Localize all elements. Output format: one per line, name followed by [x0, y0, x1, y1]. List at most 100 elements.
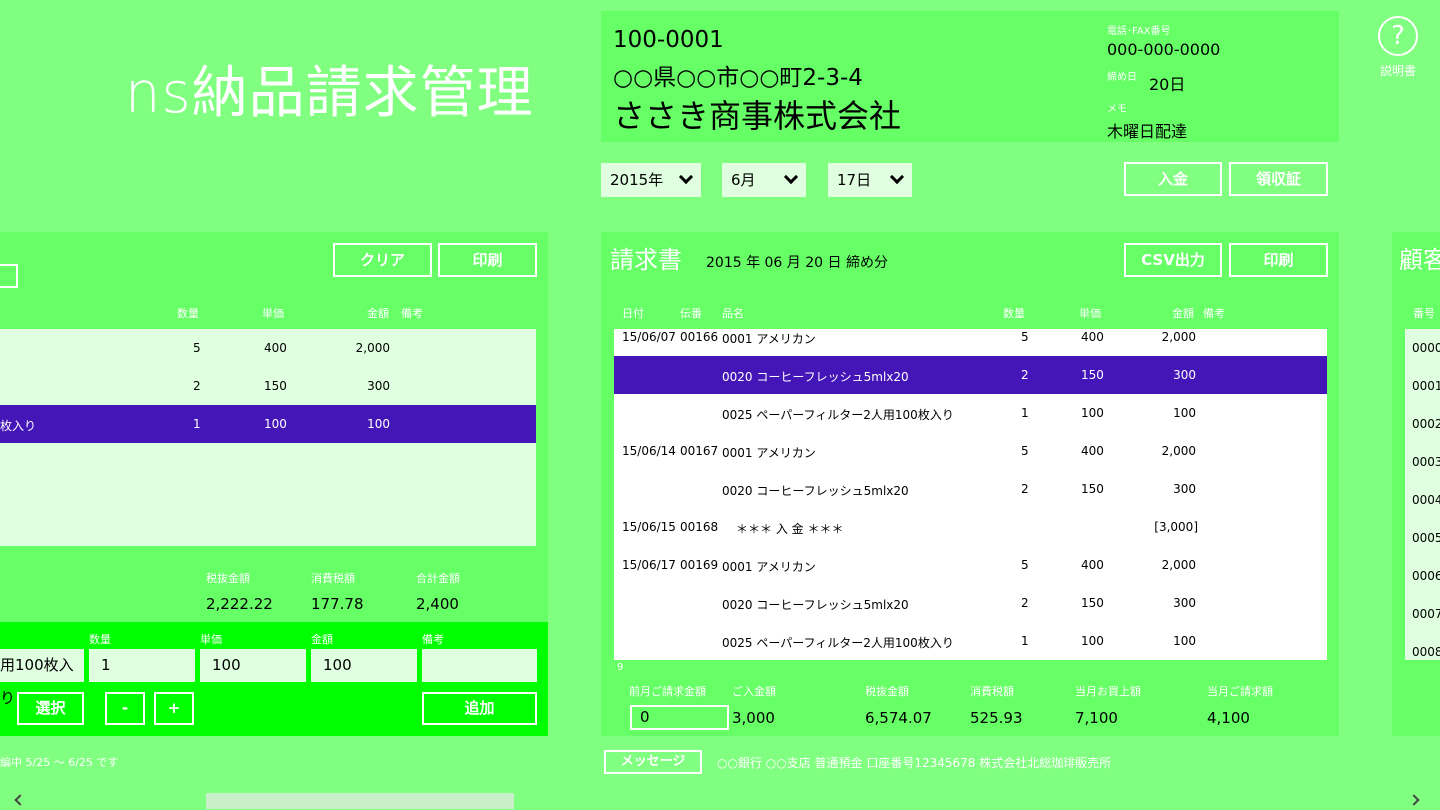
tax-label: 消費税額: [970, 685, 1014, 698]
row-amount: 2,000: [1161, 330, 1196, 344]
row-item: 0020 コーヒーフレッシュ5mlx20: [722, 370, 909, 384]
row-amount: 2,000: [1161, 444, 1196, 458]
row-qty: 1: [1021, 406, 1029, 420]
invoice-list[interactable]: 15/06/07 00166 0001 アメリカン 5 400 2,000 00…: [614, 329, 1327, 660]
table-row[interactable]: 0020 コーヒーフレッシュ5mlx20 2 150 300: [614, 584, 1327, 622]
scrollbar-thumb[interactable]: [206, 793, 514, 809]
list-item[interactable]: 5 400 2,000: [0, 329, 536, 367]
day-select[interactable]: 17日: [828, 163, 912, 197]
list-item[interactable]: 0008: [1405, 633, 1440, 671]
scroll-right-icon[interactable]: [1408, 794, 1420, 806]
customers-list[interactable]: 0000 0001 0002 0003 0004 0005 0006 0007 …: [1405, 329, 1440, 660]
customer-code-box[interactable]: [0, 264, 18, 288]
customer-number: 0004: [1412, 493, 1440, 507]
list-item[interactable]: 0003: [1405, 443, 1440, 481]
list-item[interactable]: 0005: [1405, 519, 1440, 557]
list-item[interactable]: 0004: [1405, 481, 1440, 519]
customer-zip: 100-0001: [613, 27, 724, 53]
list-item[interactable]: 2 150 300: [0, 367, 536, 405]
column-header-amount: 金額: [367, 307, 389, 320]
list-item[interactable]: 0006: [1405, 557, 1440, 595]
scroll-left-icon[interactable]: [14, 794, 26, 806]
decrement-button[interactable]: -: [105, 692, 145, 725]
app-title: ns納品請求管理: [125, 61, 534, 126]
column-header-number: 番号: [1413, 307, 1435, 320]
item-qty: 1: [193, 417, 201, 431]
row-amount: [3,000]: [1154, 520, 1198, 534]
list-item[interactable]: 0002: [1405, 405, 1440, 443]
item-amount: 300: [367, 379, 390, 393]
customer-number: 0001: [1412, 379, 1440, 393]
message-button[interactable]: メッセージ: [604, 750, 702, 774]
help-icon: ?: [1378, 16, 1418, 56]
table-row[interactable]: 0025 ペーパーフィルター2人用100枚入り 1 100 100: [614, 394, 1327, 432]
row-date: 15/06/15: [622, 520, 676, 534]
billed-label: 当月ご請求額: [1207, 685, 1273, 698]
entry-amount-label: 金額: [311, 633, 333, 646]
row-qty: 2: [1021, 482, 1029, 496]
receipt-button[interactable]: 領収証: [1229, 162, 1328, 196]
row-qty: 5: [1021, 444, 1029, 458]
price-field[interactable]: 100: [200, 649, 306, 682]
clear-button[interactable]: クリア: [333, 243, 432, 277]
invoice-panel: 請求書 2015 年 06 月 20 日 締め分 CSV出力 印刷 日付 伝番 …: [601, 232, 1339, 736]
help-button[interactable]: ? 説明書: [1368, 16, 1428, 79]
customer-address: ○○県○○市○○町2-3-4: [613, 65, 863, 91]
row-amount: 300: [1173, 368, 1196, 382]
row-date: 15/06/14: [622, 444, 676, 458]
table-row[interactable]: 15/06/15 00168 ＊＊＊ 入 金 ＊＊＊ [3,000]: [614, 508, 1327, 546]
delivery-footer-text: 編中 5/25 ～ 6/25 です: [0, 756, 119, 769]
select-button[interactable]: 選択: [17, 692, 84, 725]
item-field[interactable]: 用100枚入り: [0, 649, 84, 707]
customer-number: 0007: [1412, 607, 1440, 621]
list-item[interactable]: 0001: [1405, 367, 1440, 405]
row-item: 0001 アメリカン: [722, 332, 816, 346]
year-select[interactable]: 2015年: [601, 163, 701, 197]
delivery-print-button[interactable]: 印刷: [438, 243, 537, 277]
month-select[interactable]: 6月: [722, 163, 806, 197]
horizontal-scrollbar[interactable]: [0, 792, 1440, 810]
customer-number: 0000: [1412, 341, 1440, 355]
amount-field[interactable]: 100: [311, 649, 417, 682]
table-row[interactable]: 15/06/14 00167 0001 アメリカン 5 400 2,000: [614, 432, 1327, 470]
tax-label: 消費税額: [311, 572, 355, 585]
customers-title: 顧客: [1399, 246, 1440, 274]
subtotal-value: 6,574.07: [865, 709, 932, 727]
table-row[interactable]: 15/06/07 00166 0001 アメリカン 5 400 2,000: [614, 329, 1327, 356]
row-item: 0025 ペーパーフィルター2人用100枚入り: [722, 636, 954, 650]
table-row[interactable]: 0025 ペーパーフィルター2人用100枚入り 1 100 100: [614, 622, 1327, 660]
csv-export-button[interactable]: CSV出力: [1124, 243, 1222, 277]
column-header-price: 単価: [1079, 307, 1101, 320]
row-amount: 300: [1173, 482, 1196, 496]
phone-label: 電話･FAX番号: [1107, 26, 1171, 37]
item-price: 150: [264, 379, 287, 393]
table-row-selected[interactable]: 0020 コーヒーフレッシュ5mlx20 2 150 300: [614, 356, 1327, 394]
year-value: 2015年: [610, 171, 664, 189]
customer-number: 0006: [1412, 569, 1440, 583]
item-price: 400: [264, 341, 287, 355]
row-price: 150: [1081, 596, 1104, 610]
list-item[interactable]: 0007: [1405, 595, 1440, 633]
note-field[interactable]: [422, 649, 537, 682]
row-qty: 5: [1021, 558, 1029, 572]
column-header-note: 備考: [401, 307, 423, 320]
table-row[interactable]: 15/06/17 00169 0001 アメリカン 5 400 2,000: [614, 546, 1327, 584]
list-item-selected[interactable]: 枚入り 1 100 100: [0, 405, 536, 443]
increment-button[interactable]: +: [154, 692, 194, 725]
row-price: 150: [1081, 482, 1104, 496]
invoice-print-button[interactable]: 印刷: [1229, 243, 1328, 277]
row-slip: 00167: [680, 444, 719, 458]
prev-bill-input[interactable]: 0: [630, 705, 729, 730]
qty-field[interactable]: 1: [89, 649, 195, 682]
add-button[interactable]: 追加: [422, 692, 537, 725]
tax-value: 177.78: [311, 595, 364, 613]
table-row[interactable]: 0020 コーヒーフレッシュ5mlx20 2 150 300: [614, 470, 1327, 508]
customer-number: 0008: [1412, 645, 1440, 659]
delivery-list[interactable]: 5 400 2,000 2 150 300 枚入り 1 100 100: [0, 329, 536, 546]
row-count: 9: [617, 662, 624, 673]
item-qty: 2: [193, 379, 201, 393]
list-item[interactable]: 0000: [1405, 329, 1440, 367]
row-slip: 00168: [680, 520, 719, 534]
paid-value: 3,000: [732, 709, 775, 727]
payment-button[interactable]: 入金: [1124, 162, 1222, 196]
